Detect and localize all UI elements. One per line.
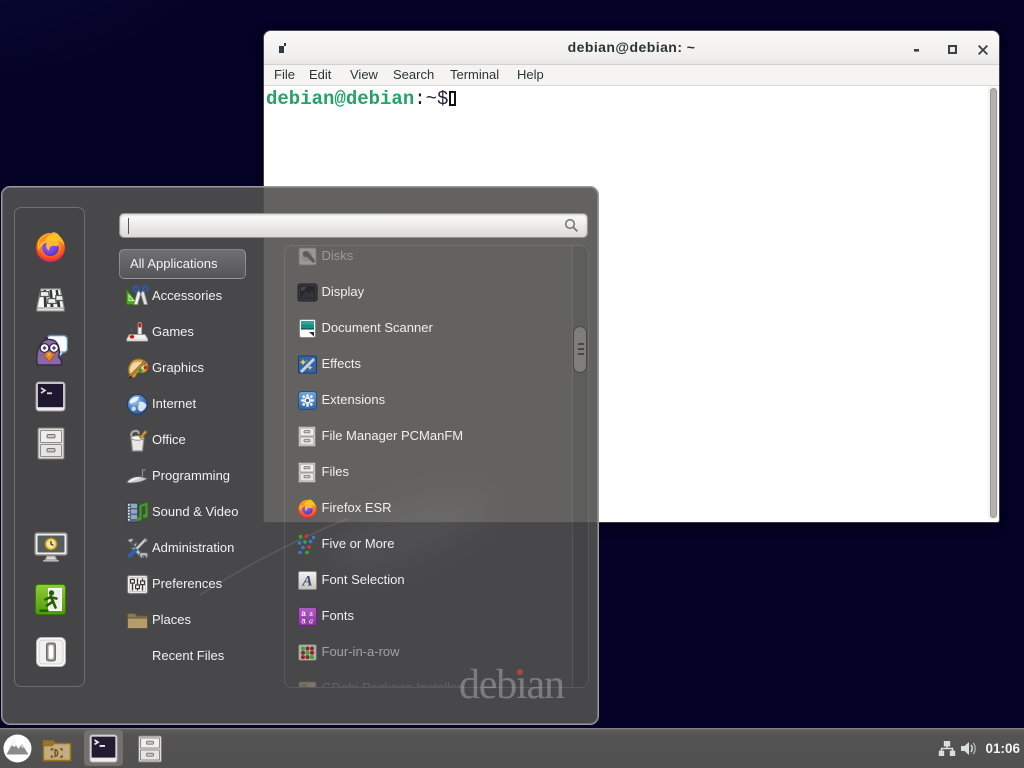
svg-text:A: A [301, 574, 312, 590]
svg-text:a: a [301, 617, 306, 626]
svg-text:a: a [309, 617, 313, 626]
